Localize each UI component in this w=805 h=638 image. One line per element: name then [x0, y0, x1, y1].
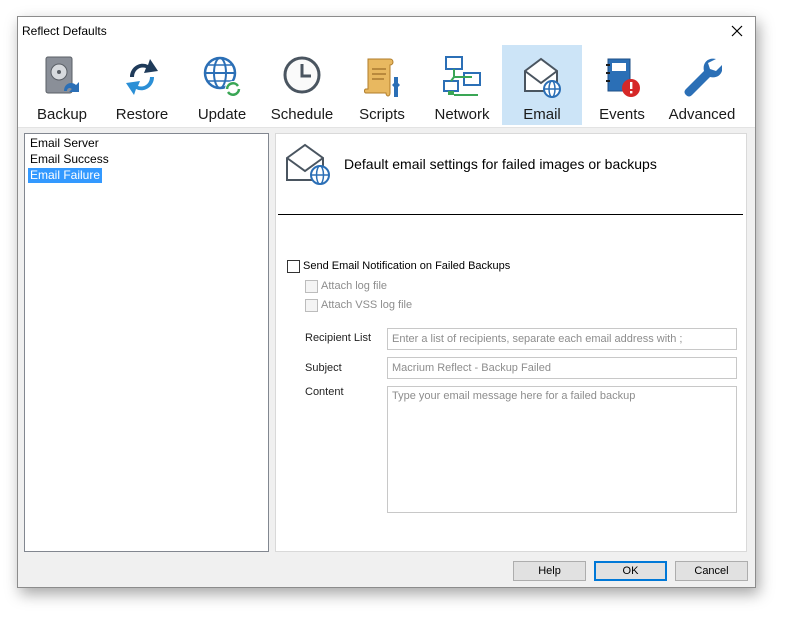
toolbar-label: Email [523, 106, 561, 123]
help-button[interactable]: Help [513, 561, 586, 581]
close-icon [731, 25, 743, 37]
backup-icon [45, 56, 79, 94]
toolbar-label: Backup [36, 106, 88, 123]
content-textarea[interactable] [387, 386, 737, 513]
window-title: Reflect Defaults [22, 24, 107, 38]
network-icon [443, 56, 481, 96]
toolbar-email[interactable]: Email [502, 45, 582, 125]
attach-vss-log-label: Attach VSS log file [321, 299, 413, 311]
toolbar-label: Events [599, 106, 645, 123]
toolbar-schedule[interactable]: Schedule [262, 45, 342, 125]
email-icon [286, 143, 330, 185]
attach-log-checkbox[interactable] [305, 279, 318, 293]
toolbar-network[interactable]: Network [422, 45, 502, 125]
scripts-icon [364, 58, 400, 97]
attach-log-label: Attach log file [321, 280, 388, 292]
send-notification-checkbox[interactable] [287, 259, 300, 273]
tree-item-email-success[interactable]: Email Success [28, 152, 111, 167]
toolbar-label: Scripts [359, 106, 405, 123]
email-icon [524, 57, 561, 98]
ok-button[interactable]: OK [594, 561, 667, 581]
advanced-icon [684, 58, 722, 97]
recipient-list-label: Recipient List [305, 332, 372, 344]
recipient-list-input[interactable] [387, 328, 737, 350]
toolbar-label: Update [197, 106, 247, 123]
toolbar-label: Restore [115, 106, 169, 123]
settings-tree: Email Server Email Success Email Failure [24, 133, 269, 552]
toolbar-events[interactable]: Events [582, 45, 662, 125]
attach-log-row: Attach log file [305, 278, 387, 294]
settings-panel: Default email settings for failed images… [275, 133, 747, 552]
toolbar-label: Schedule [270, 106, 334, 123]
events-icon [606, 58, 640, 97]
tree-item-email-server[interactable]: Email Server [28, 136, 101, 151]
close-button[interactable] [719, 17, 755, 45]
toolbar-label: Advanced [668, 106, 736, 123]
toolbar-advanced[interactable]: Advanced [662, 45, 742, 125]
subject-label: Subject [305, 362, 342, 374]
attach-vss-log-checkbox[interactable] [305, 298, 318, 312]
dialog-window: Reflect Defaults Backup Restore Update S… [17, 16, 756, 588]
attach-vss-log-row: Attach VSS log file [305, 297, 412, 313]
content-label: Content [305, 386, 344, 398]
toolbar-backup[interactable]: Backup [22, 45, 102, 125]
toolbar-update[interactable]: Update [182, 45, 262, 125]
toolbar-label: Network [434, 106, 490, 123]
send-notification-label: Send Email Notification on Failed Backup… [303, 260, 511, 272]
cancel-button[interactable]: Cancel [675, 561, 748, 581]
toolbar-scripts[interactable]: Scripts [342, 45, 422, 125]
toolbar: Backup Restore Update Schedule Scripts N… [18, 45, 755, 128]
tree-item-email-failure[interactable]: Email Failure [28, 168, 103, 183]
title-bar: Reflect Defaults [18, 17, 755, 45]
schedule-icon [283, 56, 321, 94]
header-divider [278, 214, 743, 215]
restore-icon [126, 59, 158, 95]
subject-input[interactable] [387, 357, 737, 379]
panel-header: Default email settings for failed images… [344, 156, 657, 172]
toolbar-restore[interactable]: Restore [102, 45, 182, 125]
update-icon [203, 56, 241, 97]
send-notification-row: Send Email Notification on Failed Backup… [287, 258, 510, 274]
